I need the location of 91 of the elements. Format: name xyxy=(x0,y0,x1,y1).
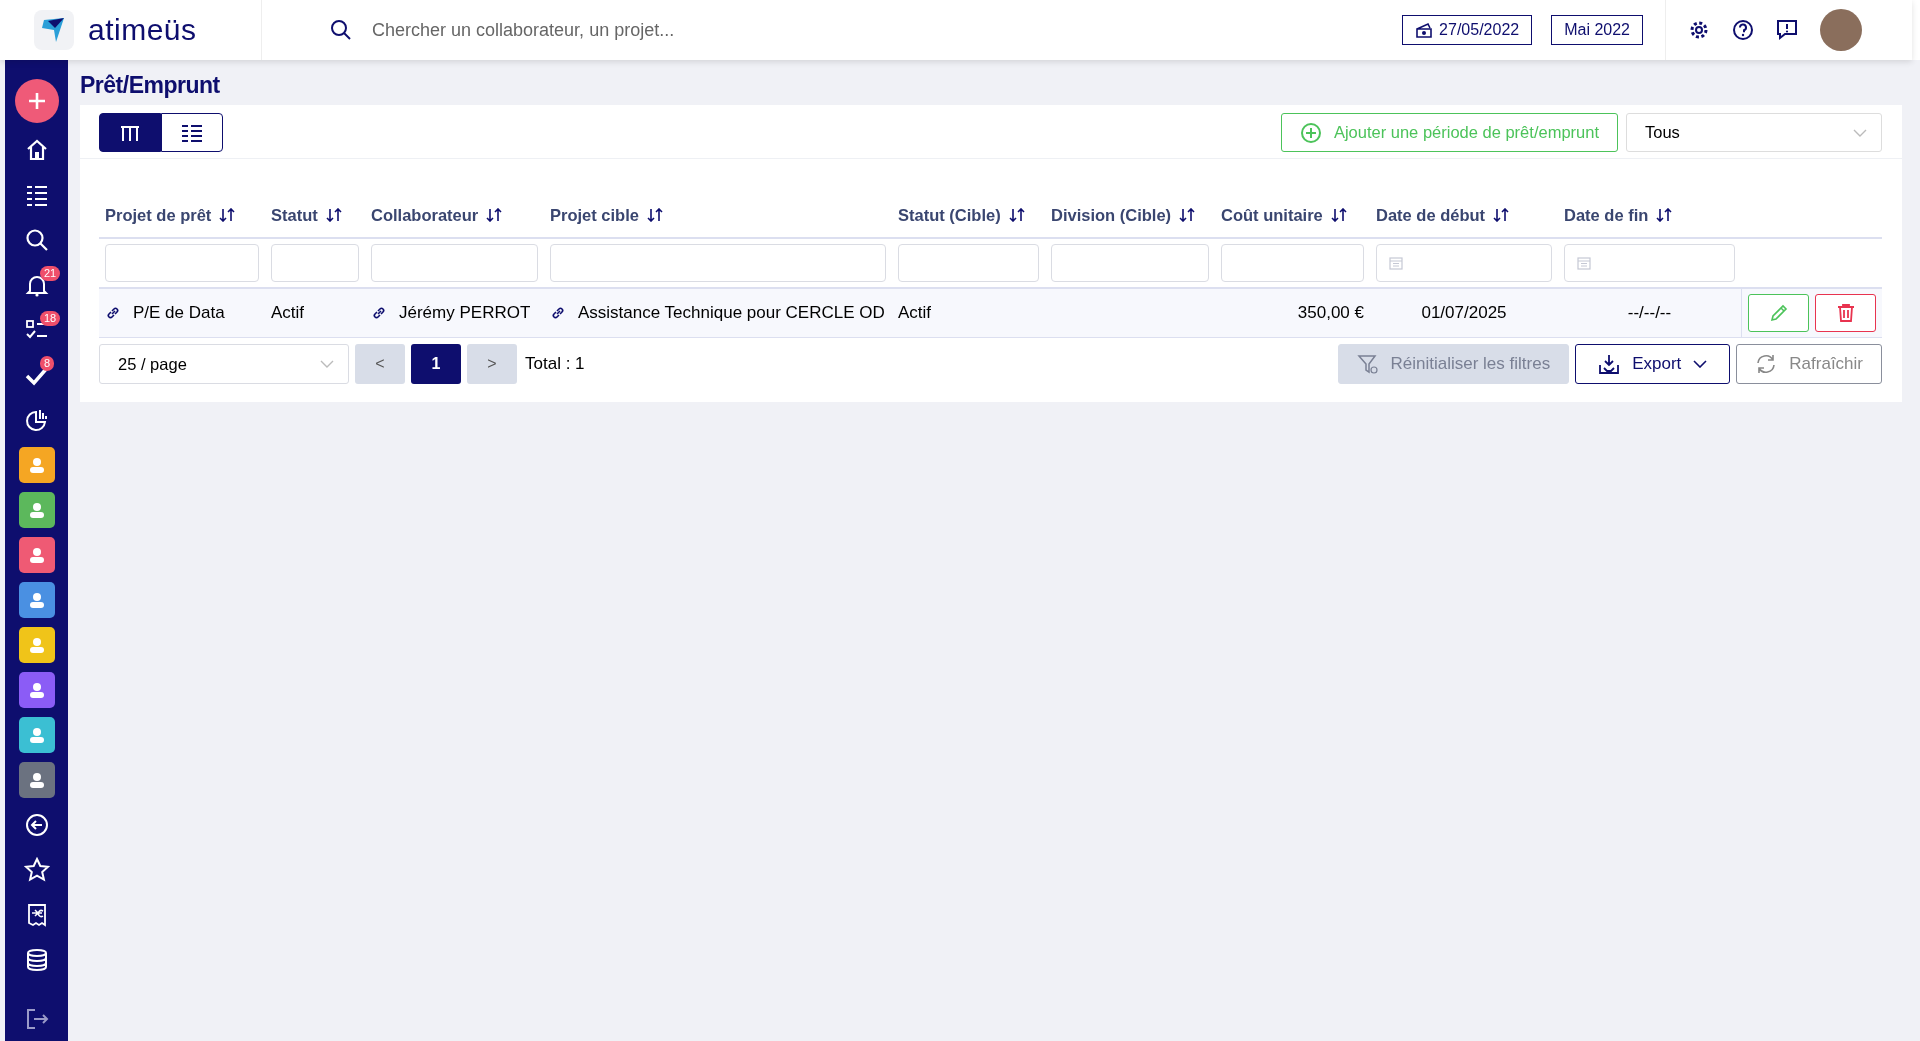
chart-icon[interactable] xyxy=(24,407,49,432)
module-tile[interactable] xyxy=(18,446,55,483)
table-cell: Jérémy PERROT xyxy=(399,303,531,323)
calendar-icon xyxy=(1577,256,1591,270)
database-icon[interactable] xyxy=(24,947,49,972)
column-header[interactable]: Statut (Cible) xyxy=(898,205,1001,225)
filter-dropdown[interactable]: Tous xyxy=(1626,113,1882,152)
column-header[interactable]: Division (Cible) xyxy=(1051,205,1172,225)
filter-field[interactable] xyxy=(1221,244,1364,282)
column-header[interactable]: Statut xyxy=(271,205,318,225)
previous-page-button[interactable]: < xyxy=(355,344,405,384)
columns-icon xyxy=(120,123,140,142)
filter-field[interactable] xyxy=(1051,244,1209,282)
search-icon[interactable] xyxy=(24,227,49,252)
list-view-button[interactable] xyxy=(161,113,223,152)
date-filter-field[interactable] xyxy=(1376,244,1552,282)
sort-icon[interactable] xyxy=(219,208,236,222)
sort-icon[interactable] xyxy=(486,208,503,222)
calendar-icon xyxy=(1389,256,1403,270)
module-tile[interactable] xyxy=(18,536,55,573)
star-icon[interactable] xyxy=(23,856,50,883)
filter-field[interactable] xyxy=(898,244,1039,282)
page-size-dropdown[interactable]: 25 / page xyxy=(99,344,349,384)
link-icon[interactable] xyxy=(371,305,387,321)
module-tile[interactable] xyxy=(18,671,55,708)
user-avatar[interactable] xyxy=(1820,9,1862,51)
settings-icon[interactable] xyxy=(1688,19,1710,41)
refresh-button[interactable]: Rafraîchir xyxy=(1736,344,1882,384)
month-button[interactable]: Mai 2022 xyxy=(1551,15,1643,45)
search-icon xyxy=(330,19,352,41)
column-header[interactable]: Collaborateur xyxy=(371,205,479,225)
table-cell: --/--/-- xyxy=(1627,303,1672,323)
date-filter-field[interactable] xyxy=(1564,244,1735,282)
column-header[interactable]: Projet de prêt xyxy=(105,205,212,225)
table-cell: P/E de Data xyxy=(133,303,225,323)
module-tile[interactable] xyxy=(18,491,55,528)
logout-icon[interactable] xyxy=(24,1006,49,1031)
table-cell: Actif xyxy=(271,303,305,323)
list-icon xyxy=(182,123,202,142)
notification-badge: 8 xyxy=(40,356,55,371)
filter-field[interactable] xyxy=(550,244,886,282)
column-header[interactable]: Date de début xyxy=(1376,205,1486,225)
pencil-icon xyxy=(1768,303,1789,323)
notification-badge: 18 xyxy=(40,311,61,326)
total-count: Total : 1 xyxy=(525,354,585,374)
export-button[interactable]: Export xyxy=(1575,344,1731,384)
filter-field[interactable] xyxy=(371,244,538,282)
table-cell: Actif xyxy=(898,303,932,323)
chevron-down-icon xyxy=(1853,128,1867,137)
link-icon[interactable] xyxy=(550,305,566,321)
column-header[interactable]: Projet cible xyxy=(550,205,639,225)
chevron-down-icon xyxy=(1693,360,1708,368)
table-cell: Assistance Technique pour CERCLE OD xyxy=(578,303,885,323)
column-header[interactable]: Coût unitaire xyxy=(1221,205,1323,225)
sort-icon[interactable] xyxy=(1330,208,1347,222)
filter-clear-icon xyxy=(1356,353,1379,375)
module-tile[interactable] xyxy=(18,761,55,798)
sort-icon[interactable] xyxy=(646,208,663,222)
cash-icon xyxy=(1415,22,1434,38)
feedback-icon[interactable] xyxy=(1776,19,1798,41)
logo-icon xyxy=(34,10,74,50)
table-cell: 350,00 € xyxy=(1297,303,1364,323)
trash-icon xyxy=(1835,303,1856,323)
delete-button[interactable] xyxy=(1815,294,1876,332)
sort-icon[interactable] xyxy=(1656,208,1673,222)
filter-field[interactable] xyxy=(271,244,359,282)
filter-field[interactable] xyxy=(105,244,259,282)
brand-name: atimeüs xyxy=(88,13,197,47)
sort-icon[interactable] xyxy=(1493,208,1510,222)
download-icon xyxy=(1598,353,1621,375)
sort-icon[interactable] xyxy=(1008,208,1025,222)
sort-icon[interactable] xyxy=(325,208,342,222)
date-button[interactable]: 27/05/2022 xyxy=(1402,15,1533,45)
help-icon[interactable] xyxy=(1732,19,1754,41)
sort-icon[interactable] xyxy=(1179,208,1196,222)
plus-icon xyxy=(26,91,47,111)
page-title: Prêt/Emprunt xyxy=(80,72,221,99)
next-page-button[interactable]: > xyxy=(467,344,517,384)
board-view-button[interactable] xyxy=(99,113,161,152)
module-tile[interactable] xyxy=(18,716,55,753)
refresh-icon xyxy=(1755,353,1778,375)
notification-badge: 21 xyxy=(40,266,61,281)
table-cell: 01/07/2025 xyxy=(1421,303,1507,323)
chevron-down-icon xyxy=(320,360,334,368)
module-tile[interactable] xyxy=(18,626,55,663)
plus-circle-icon xyxy=(1299,121,1322,144)
link-icon[interactable] xyxy=(105,305,121,321)
add-button[interactable] xyxy=(14,79,59,123)
column-header[interactable]: Date de fin xyxy=(1564,205,1649,225)
page-button[interactable]: 1 xyxy=(411,344,461,384)
module-tile[interactable] xyxy=(18,581,55,618)
